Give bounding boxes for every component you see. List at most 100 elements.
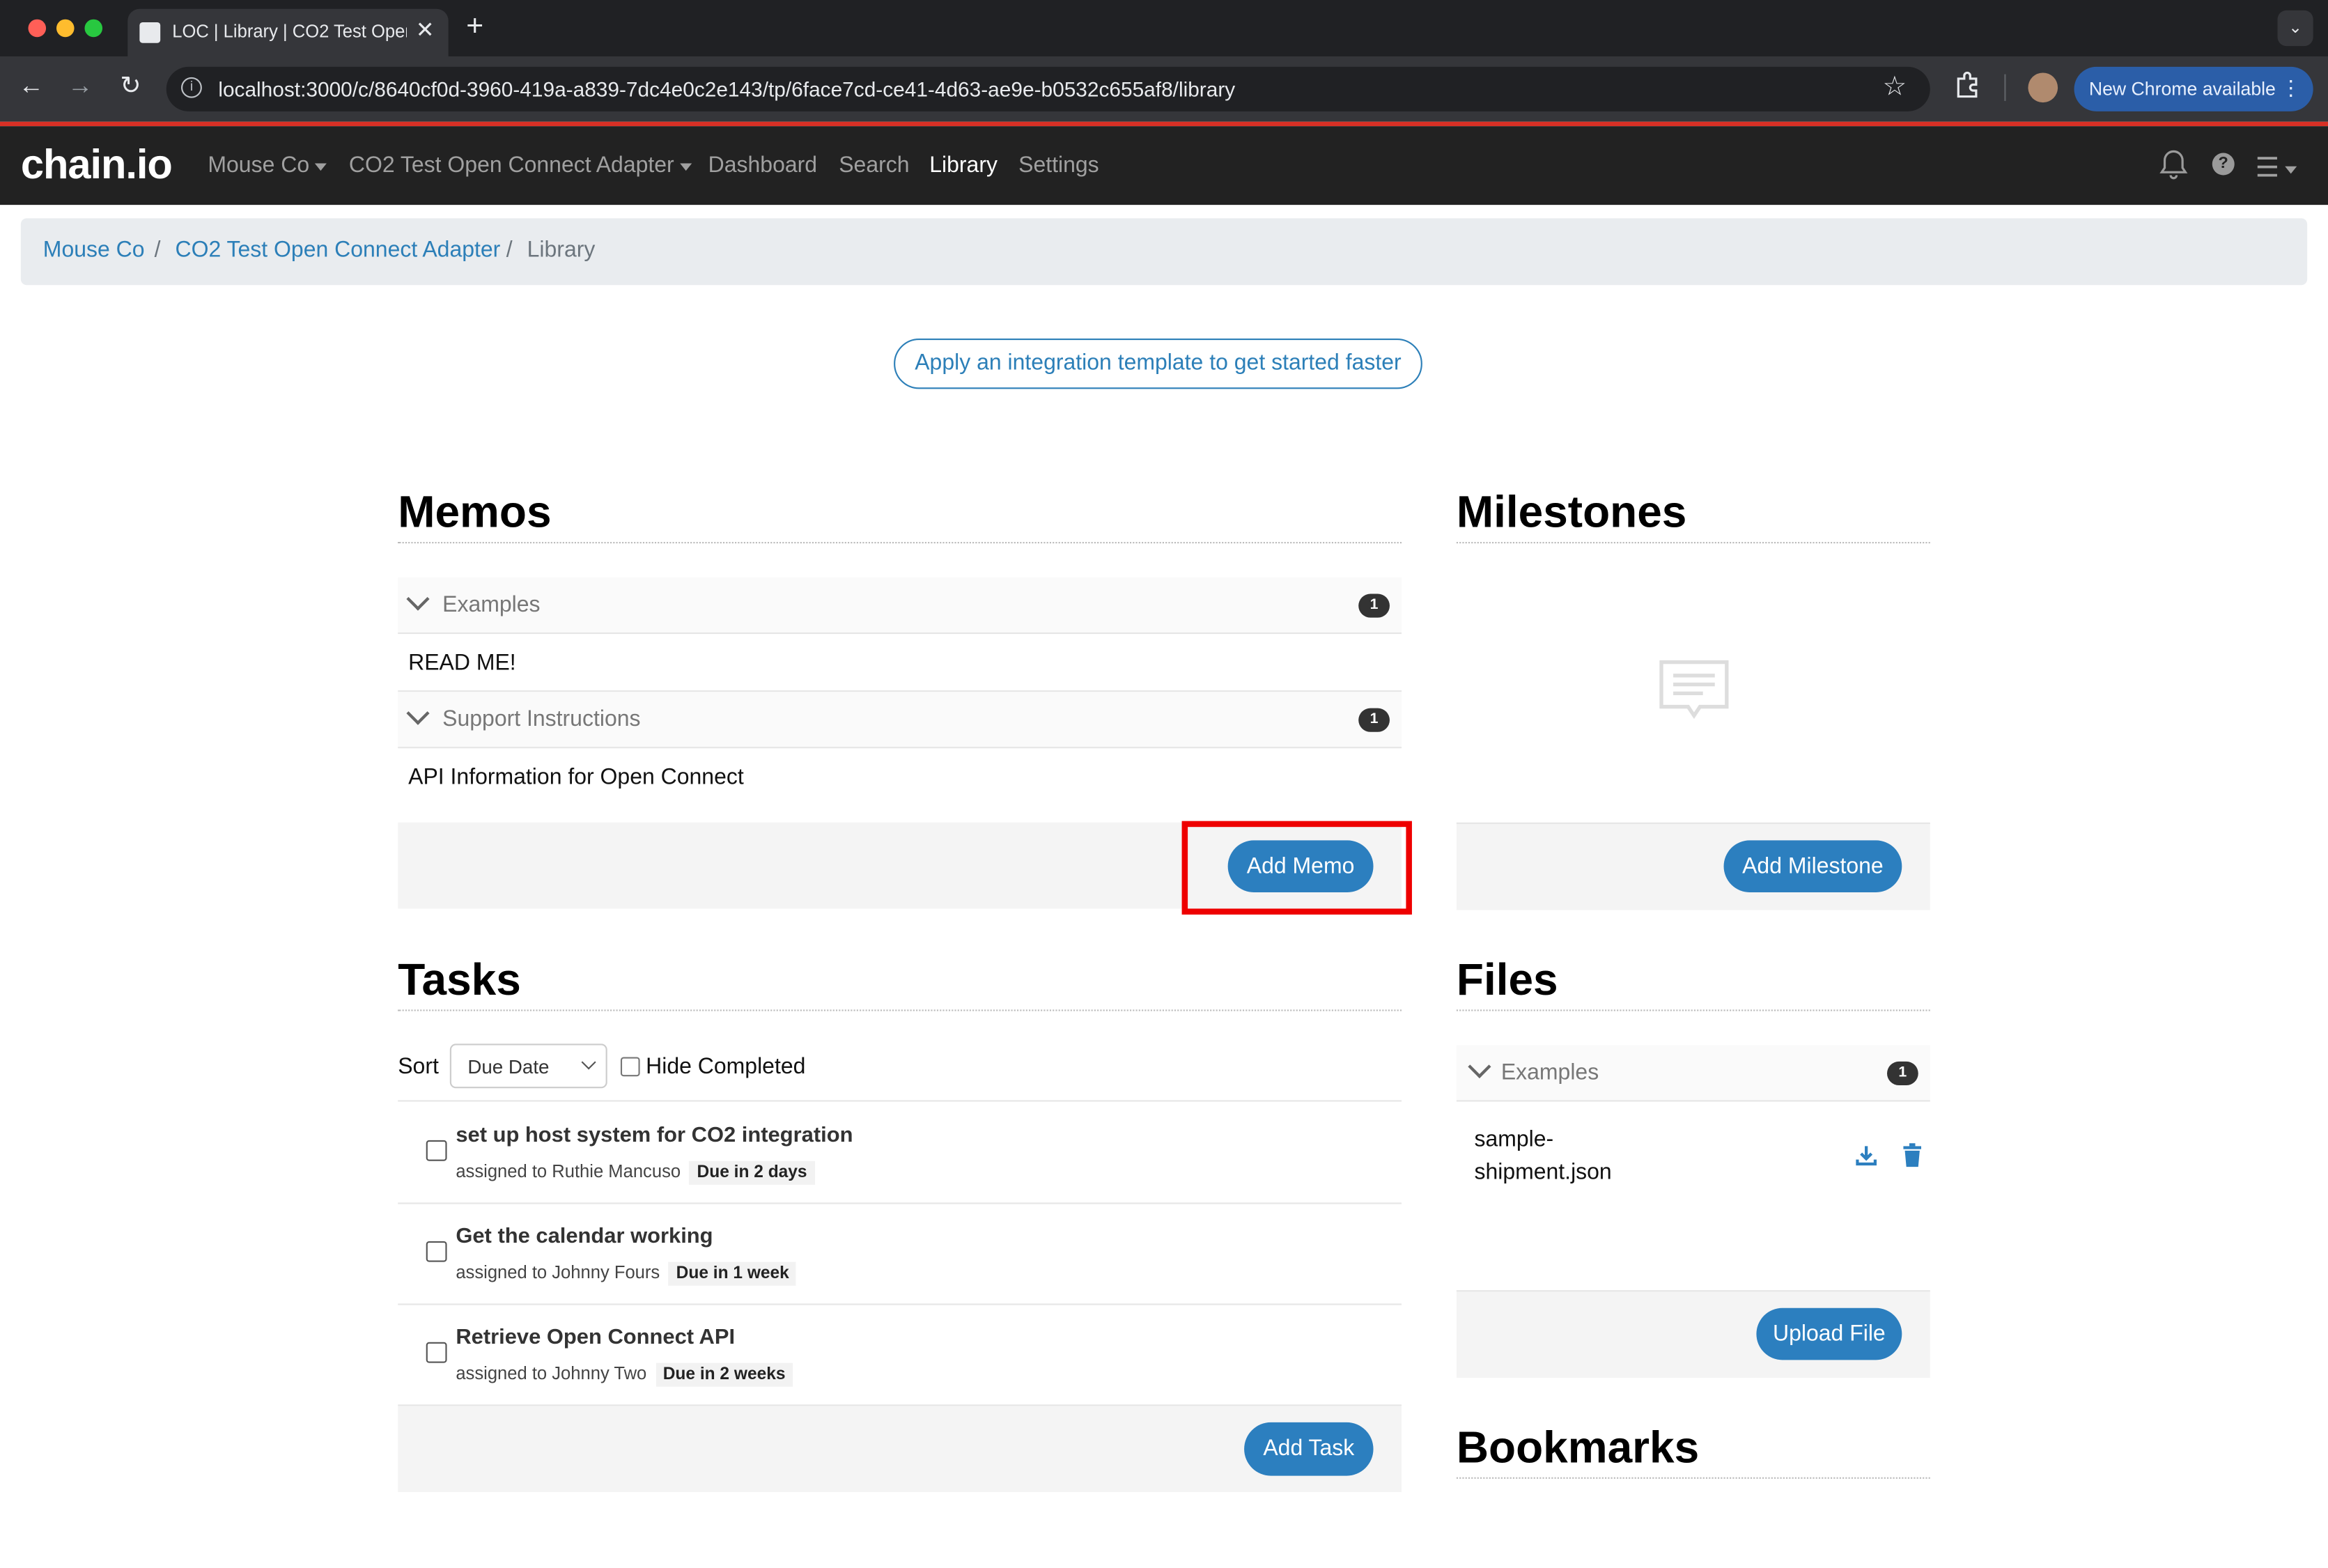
nav-library[interactable]: Library	[929, 153, 998, 178]
highlight-box	[1181, 821, 1412, 915]
bookmarks-heading: Bookmarks	[1456, 1423, 1700, 1473]
chevron-down-icon	[315, 162, 327, 171]
partner-dropdown[interactable]: CO2 Test Open Connect Adapter	[349, 153, 692, 178]
sort-label: Sort	[398, 1054, 439, 1080]
forward-icon[interactable]: →	[64, 71, 97, 101]
task-assignee: assigned to Ruthie Mancuso	[456, 1161, 681, 1182]
tab-search-icon[interactable]: ⌄	[2277, 10, 2313, 47]
task-meta: assigned to Ruthie Mancuso Due in 2 days	[456, 1161, 815, 1185]
task-due-badge: Due in 2 days	[689, 1161, 815, 1185]
task-row[interactable]: Retrieve Open Connect API assigned to Jo…	[398, 1303, 1402, 1406]
chevron-down-icon	[406, 587, 430, 611]
reload-icon[interactable]: ↻	[114, 71, 147, 101]
task-complete-checkbox[interactable]	[426, 1140, 447, 1161]
memo-group-label: Examples	[442, 592, 541, 618]
tasks-divider	[398, 1009, 1402, 1011]
window-zoom-control[interactable]	[84, 19, 103, 38]
task-due-badge: Due in 2 weeks	[655, 1363, 793, 1387]
chevron-down-icon	[680, 162, 692, 171]
milestones-divider	[1456, 541, 1930, 544]
sort-select[interactable]: Due Date	[449, 1043, 607, 1089]
menu-icon[interactable]: ☰	[2256, 153, 2297, 185]
breadcrumb-company[interactable]: Mouse Co	[43, 238, 145, 263]
milestones-heading: Milestones	[1456, 488, 1687, 538]
window-minimize-control[interactable]	[56, 19, 75, 38]
download-icon[interactable]	[1856, 1144, 1877, 1167]
bell-icon[interactable]	[2159, 148, 2189, 181]
task-meta: assigned to Johnny Fours Due in 1 week	[456, 1262, 797, 1286]
task-meta: assigned to Johnny Two Due in 2 weeks	[456, 1363, 793, 1387]
new-chrome-label: New Chrome available	[2088, 78, 2276, 100]
memos-divider	[398, 541, 1402, 544]
breadcrumb: Mouse Co / CO2 Test Open Connect Adapter…	[20, 218, 2308, 286]
tab-title: LOC | Library | CO2 Test Open Connect Ad…	[172, 20, 407, 42]
browser-tab[interactable]: LOC | Library | CO2 Test Open Connect Ad…	[127, 8, 449, 56]
empty-comment-icon	[1659, 660, 1729, 720]
breadcrumb-partner[interactable]: CO2 Test Open Connect Adapter	[176, 238, 501, 263]
file-group-examples[interactable]: Examples 1	[1456, 1045, 1930, 1102]
back-icon[interactable]: ←	[15, 71, 47, 101]
memo-group-support-instructions[interactable]: Support Instructions 1	[398, 692, 1402, 749]
hide-completed-checkbox[interactable]	[620, 1057, 640, 1077]
chevron-down-icon	[406, 701, 430, 725]
bookmarks-divider	[1456, 1477, 1930, 1479]
count-badge: 1	[1358, 708, 1390, 732]
task-complete-checkbox[interactable]	[426, 1342, 447, 1363]
apply-template-button[interactable]: Apply an integration template to get sta…	[894, 338, 1422, 389]
add-task-button[interactable]: Add Task	[1244, 1422, 1374, 1476]
breadcrumb-current: Library	[527, 238, 596, 263]
new-tab-icon[interactable]: +	[466, 10, 483, 45]
count-badge: 1	[1886, 1061, 1918, 1086]
partner-dropdown-label: CO2 Test Open Connect Adapter	[348, 153, 674, 178]
company-dropdown-label: Mouse Co	[208, 153, 310, 178]
tab-close-icon[interactable]: ✕	[416, 16, 435, 43]
breadcrumb-separator: /	[506, 238, 513, 263]
memos-heading: Memos	[398, 488, 552, 538]
chrome-menu-icon[interactable]: ⋮	[2281, 76, 2302, 101]
hide-completed-label[interactable]: Hide Completed	[646, 1054, 805, 1079]
file-name[interactable]: sample- shipment.json	[1474, 1124, 1611, 1189]
company-dropdown[interactable]: Mouse Co	[208, 153, 327, 178]
new-chrome-available-button[interactable]: New Chrome available ⋮	[2074, 66, 2313, 111]
memo-item[interactable]: API Information for Open Connect	[398, 748, 1402, 805]
memo-item[interactable]: READ ME!	[398, 634, 1402, 692]
memo-title: READ ME!	[408, 650, 516, 676]
extensions-icon[interactable]	[1954, 71, 1980, 98]
file-name-line: sample-	[1474, 1126, 1554, 1152]
task-title[interactable]: Retrieve Open Connect API	[456, 1326, 735, 1349]
help-icon[interactable]: ?	[2212, 153, 2235, 176]
bookmark-star-icon[interactable]: ☆	[1883, 71, 1907, 102]
files-divider	[1456, 1009, 1930, 1011]
file-group-label: Examples	[1500, 1059, 1599, 1086]
url-text[interactable]: localhost:3000/c/8640cf0d-3960-419a-a839…	[218, 77, 1235, 101]
task-title[interactable]: set up host system for CO2 integration	[456, 1124, 853, 1147]
toolbar-divider	[2004, 74, 2006, 101]
site-info-icon[interactable]: i	[181, 77, 202, 98]
app-navbar: chain.io Mouse Co CO2 Test Open Connect …	[0, 126, 2328, 205]
add-milestone-button[interactable]: Add Milestone	[1723, 840, 1902, 892]
task-assignee: assigned to Johnny Fours	[456, 1262, 660, 1283]
chainio-logo[interactable]: chain.io	[21, 141, 173, 188]
task-title[interactable]: Get the calendar working	[456, 1225, 713, 1248]
task-complete-checkbox[interactable]	[426, 1241, 447, 1262]
breadcrumb-separator: /	[154, 238, 161, 263]
sort-select-value: Due Date	[467, 1055, 550, 1078]
task-row[interactable]: Get the calendar working assigned to Joh…	[398, 1202, 1402, 1305]
window-close-control[interactable]	[28, 19, 47, 38]
address-bar[interactable]: i localhost:3000/c/8640cf0d-3960-419a-a8…	[166, 66, 1930, 111]
nav-search[interactable]: Search	[839, 153, 909, 178]
favicon-icon	[139, 22, 161, 43]
chevron-down-icon	[1468, 1055, 1491, 1078]
memo-group-examples[interactable]: Examples 1	[398, 577, 1402, 635]
nav-dashboard[interactable]: Dashboard	[708, 153, 817, 178]
nav-settings[interactable]: Settings	[1018, 153, 1099, 178]
profile-avatar[interactable]	[2028, 72, 2058, 103]
trash-icon[interactable]	[1902, 1143, 1923, 1167]
task-due-badge: Due in 1 week	[669, 1262, 797, 1286]
files-heading: Files	[1456, 956, 1558, 1005]
memo-group-label: Support Instructions	[442, 706, 641, 732]
chevron-down-icon	[581, 1055, 596, 1070]
file-name-line: shipment.json	[1474, 1159, 1612, 1185]
task-row[interactable]: set up host system for CO2 integration a…	[398, 1101, 1402, 1204]
upload-file-button[interactable]: Upload File	[1756, 1307, 1902, 1360]
